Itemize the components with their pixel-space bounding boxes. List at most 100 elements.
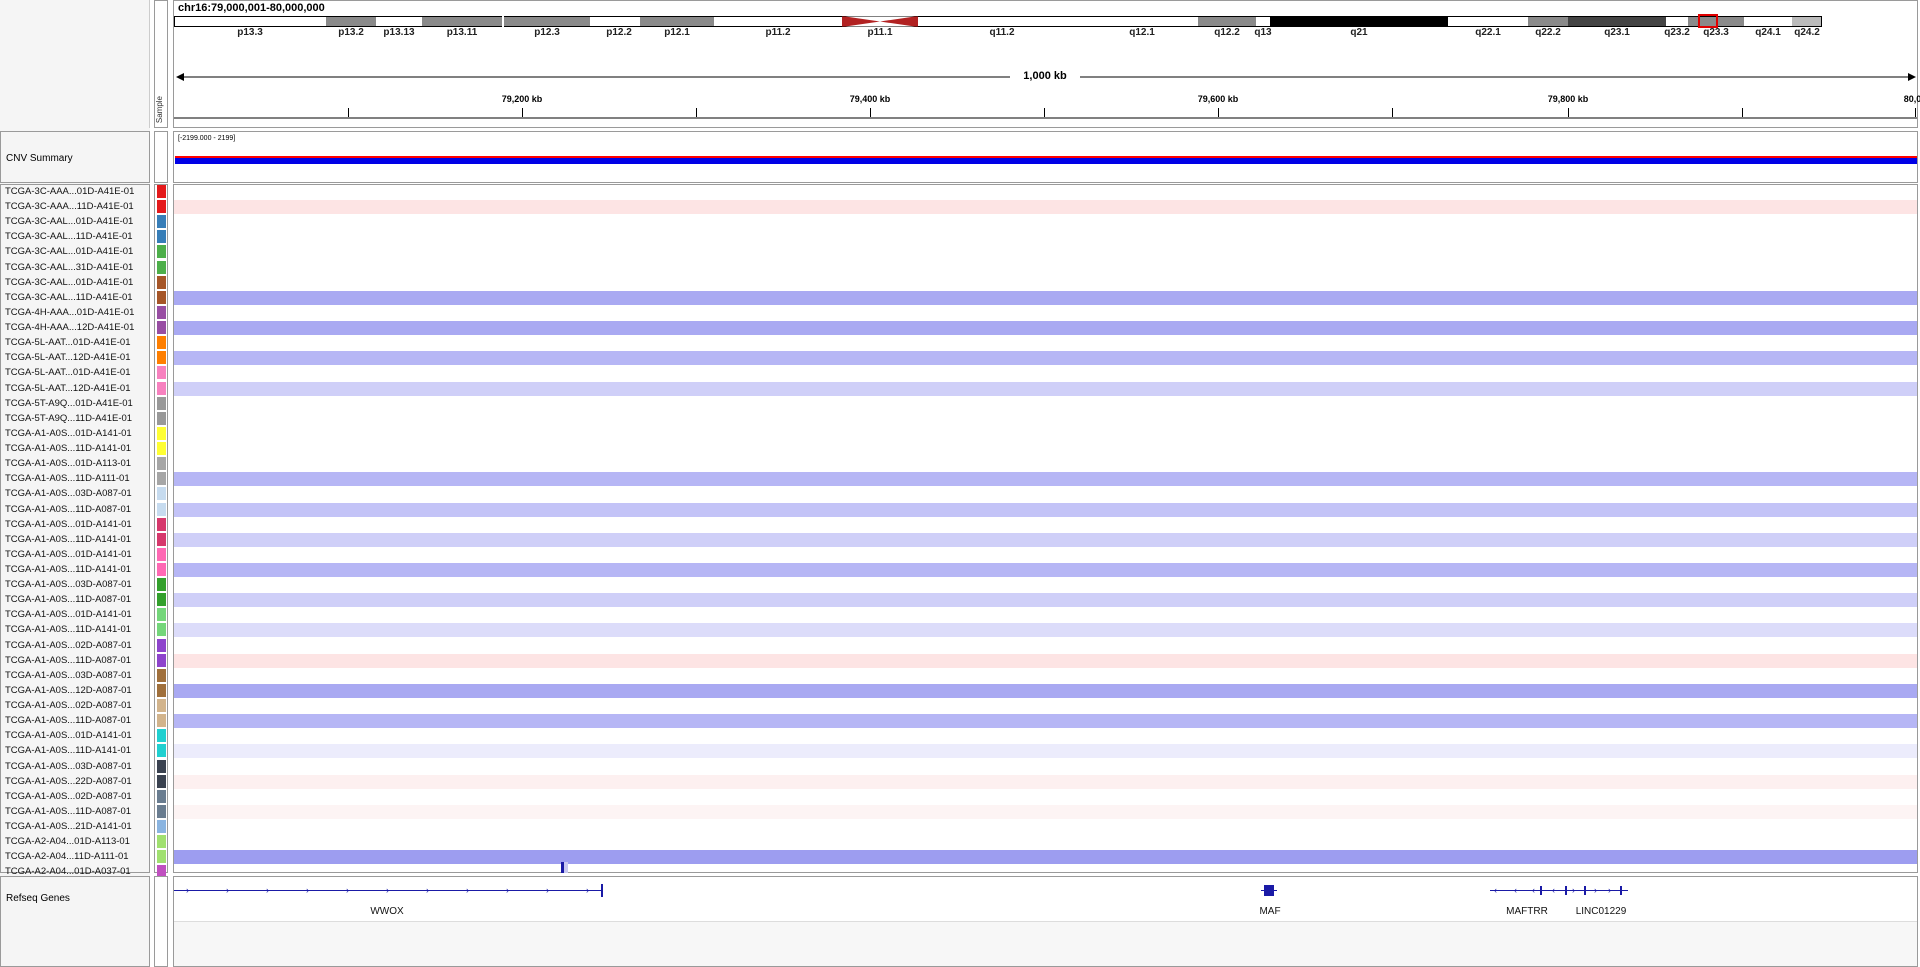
sample-attribute-swatch[interactable] — [157, 699, 166, 713]
sample-attribute-swatch[interactable] — [157, 593, 166, 607]
cnv-segment[interactable] — [174, 321, 1917, 336]
sample-name[interactable]: TCGA-A2-A04...01D-A113-01 — [5, 836, 130, 847]
sample-attribute-swatch[interactable] — [157, 457, 166, 471]
sample-name[interactable]: TCGA-5T-A9Q...11D-A41E-01 — [5, 413, 132, 424]
sample-attribute-label[interactable]: Sample — [155, 96, 167, 123]
sample-attribute-swatch[interactable] — [157, 275, 166, 289]
cnv-segment[interactable] — [174, 683, 1917, 698]
ruler[interactable]: 1,000 kb 79,200 kb 79,400 kb 79,600 kb 79,8… — [174, 60, 1920, 128]
sample-attribute-swatch[interactable] — [157, 714, 166, 728]
sample-name[interactable]: TCGA-3C-AAL...11D-A41E-01 — [5, 292, 133, 303]
sample-attribute-swatch[interactable] — [157, 381, 166, 395]
sample-attribute-swatch[interactable] — [157, 230, 166, 244]
sample-attribute-swatch[interactable] — [157, 744, 166, 758]
sample-name[interactable]: TCGA-A1-A0S...11D-A141-01 — [5, 443, 131, 454]
sample-name[interactable]: TCGA-A1-A0S...02D-A087-01 — [5, 700, 132, 711]
sample-name[interactable]: TCGA-A1-A0S...11D-A087-01 — [5, 655, 131, 666]
sample-attribute-swatch[interactable] — [157, 305, 166, 319]
ideogram-band[interactable] — [842, 16, 918, 27]
sample-name[interactable]: TCGA-A1-A0S...11D-A087-01 — [5, 594, 131, 605]
cnv-summary-name-cell[interactable]: CNV Summary — [0, 131, 150, 183]
sample-name[interactable]: TCGA-5L-AAT...01D-A41E-01 — [5, 337, 130, 348]
current-region-box[interactable] — [1698, 14, 1718, 28]
sample-attribute-swatch[interactable] — [157, 563, 166, 576]
ideogram-band[interactable] — [1528, 16, 1568, 27]
sample-attribute-swatch[interactable] — [157, 260, 166, 274]
sample-attribute-swatch[interactable] — [157, 502, 166, 516]
ideogram-band[interactable] — [1270, 16, 1448, 27]
sample-name[interactable]: TCGA-A1-A0S...11D-A087-01 — [5, 806, 131, 817]
sample-attribute-swatch[interactable] — [157, 442, 166, 456]
sample-name[interactable]: TCGA-5L-AAT...12D-A41E-01 — [5, 383, 130, 394]
sample-name[interactable]: TCGA-3C-AAL...01D-A41E-01 — [5, 246, 133, 257]
sample-name[interactable]: TCGA-A1-A0S...11D-A087-01 — [5, 715, 131, 726]
sample-attribute-swatch[interactable] — [157, 638, 166, 652]
sample-name[interactable]: TCGA-A1-A0S...11D-A141-01 — [5, 745, 131, 756]
ideogram-band[interactable] — [714, 16, 842, 27]
sample-attribute-swatch[interactable] — [157, 532, 166, 546]
sample-name[interactable]: TCGA-5L-AAT...01D-A41E-01 — [5, 367, 130, 378]
sample-name[interactable]: TCGA-A1-A0S...03D-A087-01 — [5, 579, 132, 590]
cnv-segment[interactable] — [174, 744, 1917, 759]
sample-attribute-swatch[interactable] — [157, 351, 166, 365]
sample-attribute-swatch[interactable] — [157, 578, 166, 592]
sample-name[interactable]: TCGA-A1-A0S...03D-A087-01 — [5, 670, 132, 681]
ideogram-band[interactable] — [1198, 16, 1256, 27]
ideogram-band[interactable] — [1666, 16, 1688, 27]
sample-name[interactable]: TCGA-A1-A0S...12D-A087-01 — [5, 685, 132, 696]
sample-attribute-swatch[interactable] — [157, 472, 166, 486]
sample-name[interactable]: TCGA-A1-A0S...22D-A087-01 — [5, 776, 132, 787]
sample-name[interactable]: TCGA-5T-A9Q...01D-A41E-01 — [5, 398, 133, 409]
sample-attribute-swatch[interactable] — [157, 215, 166, 229]
ideogram-band[interactable] — [1256, 16, 1270, 27]
sample-attribute-swatch[interactable] — [157, 653, 166, 667]
sample-attribute-swatch[interactable] — [157, 517, 166, 531]
sample-attribute-swatch[interactable] — [157, 200, 166, 214]
sample-attribute-swatch[interactable] — [157, 336, 166, 350]
sample-attribute-swatch[interactable] — [157, 608, 166, 622]
sample-name[interactable]: TCGA-A1-A0S...01D-A141-01 — [5, 428, 132, 439]
cnv-segment[interactable] — [174, 653, 1917, 668]
cnv-segment[interactable] — [174, 532, 1917, 547]
sample-attribute-swatch[interactable] — [157, 729, 166, 743]
sample-name[interactable]: TCGA-3C-AAL...01D-A41E-01 — [5, 277, 133, 288]
cnv-segment[interactable] — [174, 351, 1917, 366]
cnv-summary-track[interactable]: [-2199.000 - 2199] — [173, 131, 1918, 183]
ideogram-band[interactable] — [174, 16, 326, 27]
sample-attribute-swatch[interactable] — [157, 487, 166, 501]
sample-attribute-swatch[interactable] — [157, 789, 166, 803]
sample-name[interactable]: TCGA-A2-A04...11D-A111-01 — [5, 851, 129, 862]
chromosome-ideogram[interactable]: p13.3 p13.2 p13.13 p13.11 p12.3 p12.2 p12.1 p11… — [174, 0, 1917, 45]
sample-attribute-swatch[interactable] — [157, 820, 166, 834]
sample-name[interactable]: TCGA-A1-A0S...11D-A111-01 — [5, 473, 130, 484]
sample-attribute-swatch[interactable] — [157, 804, 166, 818]
ideogram-band[interactable] — [376, 16, 422, 27]
cnv-segment[interactable] — [174, 563, 1917, 577]
sample-attribute-swatch[interactable] — [157, 835, 166, 849]
sample-attribute-swatch[interactable] — [157, 547, 166, 561]
sample-attribute-swatch[interactable] — [157, 396, 166, 410]
attribute-header[interactable]: Sample — [154, 0, 168, 128]
cnv-segment[interactable] — [174, 381, 1917, 396]
sample-name[interactable]: TCGA-A1-A0S...03D-A087-01 — [5, 488, 132, 499]
sample-attribute-swatch[interactable] — [157, 290, 166, 304]
sample-name[interactable]: TCGA-A1-A0S...02D-A087-01 — [5, 791, 132, 802]
cnv-segment[interactable] — [174, 200, 1917, 215]
sample-name[interactable]: TCGA-A1-A0S...01D-A141-01 — [5, 730, 132, 741]
sample-name[interactable]: TCGA-A1-A0S...11D-A087-01 — [5, 504, 131, 515]
sample-name[interactable]: TCGA-A1-A0S...21D-A141-01 — [5, 821, 132, 832]
sample-name[interactable]: TCGA-A1-A0S...11D-A141-01 — [5, 534, 131, 545]
sample-name[interactable]: TCGA-5L-AAT...12D-A41E-01 — [5, 352, 130, 363]
sample-name[interactable]: TCGA-3C-AAA...11D-A41E-01 — [5, 201, 134, 212]
sample-attribute-swatch[interactable] — [157, 185, 166, 198]
sample-attribute-swatch[interactable] — [157, 366, 166, 380]
sample-name[interactable]: TCGA-A1-A0S...01D-A141-01 — [5, 609, 132, 620]
sample-name[interactable]: TCGA-4H-AAA...01D-A41E-01 — [5, 307, 134, 318]
sample-name[interactable]: TCGA-A1-A0S...11D-A141-01 — [5, 564, 131, 575]
ideogram-band[interactable] — [1448, 16, 1528, 27]
sample-name[interactable]: TCGA-4H-AAA...12D-A41E-01 — [5, 322, 134, 333]
refseq-name-cell[interactable]: Refseq Genes — [0, 876, 150, 967]
sample-attribute-swatch[interactable] — [157, 683, 166, 697]
sample-attribute-swatch[interactable] — [157, 623, 166, 637]
sample-attribute-swatch[interactable] — [157, 426, 166, 440]
